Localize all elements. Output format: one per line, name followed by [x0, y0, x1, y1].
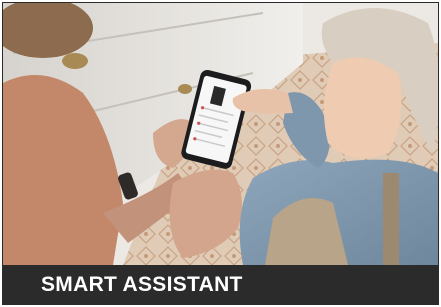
photo — [3, 3, 438, 265]
child-face — [324, 57, 402, 159]
child-strap — [383, 173, 399, 265]
drawer-handle — [62, 53, 88, 69]
caption-title: SMART ASSISTANT — [41, 272, 243, 296]
caption-bar: SMART ASSISTANT — [3, 265, 438, 304]
drawer-handle-2 — [178, 84, 192, 94]
image-frame: SMART ASSISTANT — [2, 2, 439, 305]
